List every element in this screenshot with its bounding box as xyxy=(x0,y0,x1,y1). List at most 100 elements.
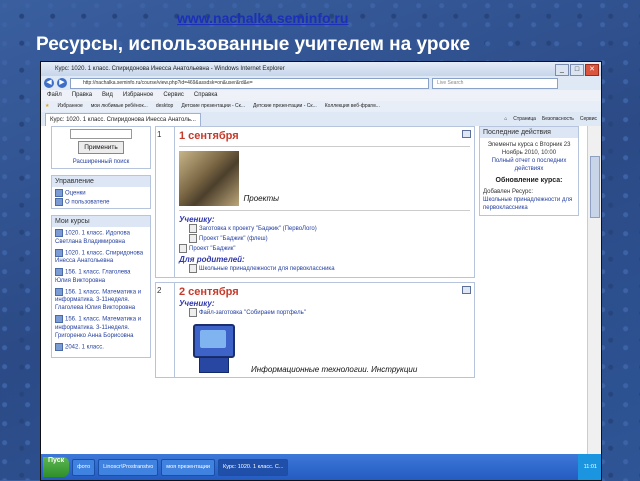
fav-item[interactable]: мои любимые ребёнок... xyxy=(91,101,148,112)
computer-mascot-image xyxy=(185,324,247,374)
recent-report-link[interactable]: Полный отчет о последних действиях xyxy=(483,157,575,173)
course-section: 1 1 сентября Проекты Ученику: Заготовка … xyxy=(155,126,475,279)
address-row: ◀ ▶ http://nachalka.seminfo.ru/course/vi… xyxy=(41,76,601,90)
resource-link[interactable]: Проект "Баджик" (флеш) xyxy=(199,236,268,242)
highlight-icon[interactable] xyxy=(462,286,471,295)
forum-search-input[interactable] xyxy=(70,129,132,139)
menu-view[interactable]: Вид xyxy=(102,90,113,101)
file-icon xyxy=(189,308,197,318)
tool-tools[interactable]: Сервис xyxy=(580,114,597,124)
menu-edit[interactable]: Правка xyxy=(72,90,92,101)
course-section: 2 2 сентября Ученику: Файл-заготовка "Со… xyxy=(155,282,475,379)
moodle-page: Применить Расширенный поиск Управление О… xyxy=(41,126,587,454)
menu-tools[interactable]: Сервис xyxy=(163,90,184,101)
recent-title: Последние действия xyxy=(480,127,578,138)
course-link[interactable]: 156. 1 класс. Математика и информатика. … xyxy=(55,289,141,311)
course-link[interactable]: 2042. 1 класс. xyxy=(65,345,104,351)
section-number: 1 xyxy=(157,130,162,139)
taskbar-item[interactable]: моя презентации xyxy=(161,458,215,476)
slide-title: Ресурсы, использованные учителем на урок… xyxy=(36,34,471,55)
left-column: Применить Расширенный поиск Управление О… xyxy=(51,126,151,364)
fav-item[interactable]: Избранное xyxy=(57,101,82,112)
recent-activity-block: Последние действия Элементы курса с Втор… xyxy=(479,126,579,216)
browser-title-bar: Курс: 1020. 1 класс. Спиридонова Инесса … xyxy=(41,62,601,76)
system-clock: 11:01 xyxy=(577,454,601,480)
fav-item[interactable]: desktop xyxy=(156,101,174,112)
grades-link[interactable]: Оценки xyxy=(65,191,86,197)
fav-item[interactable]: Детские презентации - Ск... xyxy=(181,101,245,112)
menu-file[interactable]: Файл xyxy=(47,90,62,101)
course-link[interactable]: 1020. 1 класс. Идолова Светлана Владимир… xyxy=(55,231,130,245)
vertical-scrollbar[interactable] xyxy=(587,126,601,454)
taskbar-item[interactable]: Курс: 1020. 1 класс. С... xyxy=(217,458,288,476)
update-link[interactable]: Школьные принадлежности для первоклассни… xyxy=(483,196,575,212)
section-footer-text: Информационные технологии. Инструкции xyxy=(251,365,418,375)
section-number: 2 xyxy=(157,286,162,296)
course-icon xyxy=(55,343,63,352)
fav-item[interactable]: Коллекция веб-фрагм... xyxy=(325,101,380,112)
highlight-icon[interactable] xyxy=(462,130,471,138)
star-icon[interactable]: ★ xyxy=(45,101,49,112)
classroom-photo xyxy=(179,151,239,206)
update-title: Обновление курса: xyxy=(495,177,563,184)
menu-bar: Файл Правка Вид Избранное Сервис Справка xyxy=(41,90,601,101)
search-block: Применить Расширенный поиск xyxy=(51,126,151,169)
students-label: Ученику: xyxy=(179,299,215,309)
parents-label: Для родителей: xyxy=(179,255,245,265)
grades-icon xyxy=(55,189,63,197)
home-icon[interactable]: ⌂ xyxy=(504,114,507,124)
windows-taskbar: Пуск фото Linoscr\Prostranstvo моя презе… xyxy=(41,454,601,480)
taskbar-item[interactable]: фото xyxy=(72,458,96,476)
management-title: Управление xyxy=(52,176,150,187)
resource-link[interactable]: Файл-заготовка "Собираем портфель" xyxy=(199,310,306,316)
management-block: Управление Оценки О пользователе xyxy=(51,175,151,210)
course-icon xyxy=(55,315,63,324)
course-icon xyxy=(55,268,63,277)
tool-page[interactable]: Страница xyxy=(513,114,536,124)
students-label: Ученику: xyxy=(179,215,215,224)
section-date: 1 сентября xyxy=(179,130,239,142)
favorites-bar: ★ Избранное мои любимые ребёнок... deskt… xyxy=(41,101,601,112)
recent-text: Элементы курса с Вторник 23 Ноябрь 2010,… xyxy=(487,142,571,156)
course-icon xyxy=(55,287,63,296)
resource-link[interactable]: Заготовка к проекту "Баджик" (ПервоЛого) xyxy=(199,226,317,232)
close-icon[interactable]: ✕ xyxy=(585,64,599,76)
file-icon xyxy=(189,264,197,274)
apply-button[interactable]: Применить xyxy=(78,141,124,154)
menu-favorites[interactable]: Избранное xyxy=(123,90,153,101)
resource-link[interactable]: Проект "Баджик" xyxy=(189,246,235,252)
start-button[interactable]: Пуск xyxy=(43,457,70,477)
window-title: Курс: 1020. 1 класс. Спиридонова Инесса … xyxy=(55,66,285,72)
course-icon xyxy=(55,248,63,257)
advanced-search-link[interactable]: Расширенный поиск xyxy=(52,156,150,168)
course-link[interactable]: 156. 1 класс. Глаголева Юлия Викторовна xyxy=(55,270,131,284)
browser-screenshot: Курс: 1020. 1 класс. Спиридонова Инесса … xyxy=(40,61,602,481)
slide-url[interactable]: www.nachalka.seminfo.ru xyxy=(177,10,348,26)
course-link[interactable]: 156. 1 класс. Математика и информатика. … xyxy=(55,317,141,339)
taskbar-item[interactable]: Linoscr\Prostranstvo xyxy=(98,458,159,476)
profile-link[interactable]: О пользователе xyxy=(65,199,109,205)
user-icon xyxy=(55,197,63,206)
menu-help[interactable]: Справка xyxy=(194,90,218,101)
back-icon[interactable]: ◀ xyxy=(44,78,54,88)
resource-link[interactable]: Школьные принадлежности для первоклассни… xyxy=(199,266,335,272)
course-link[interactable]: 1020. 1 класс. Спиридонова Инесса Анатол… xyxy=(55,250,143,264)
file-icon xyxy=(189,234,197,244)
tool-security[interactable]: Безопасность xyxy=(542,114,574,124)
mycourses-title: Мои курсы xyxy=(52,216,150,228)
course-icon xyxy=(55,229,63,238)
minimize-icon[interactable]: _ xyxy=(555,64,569,76)
search-input[interactable]: Live Search xyxy=(432,77,558,89)
section-date: 2 сентября xyxy=(179,286,239,299)
center-column: 1 1 сентября Проекты Ученику: Заготовка … xyxy=(155,126,475,379)
address-bar[interactable]: http://nachalka.seminfo.ru/course/view.p… xyxy=(70,77,429,89)
forward-icon[interactable]: ▶ xyxy=(57,78,67,88)
maximize-icon[interactable]: □ xyxy=(570,64,584,76)
fav-item[interactable]: Детские презентации - Ск... xyxy=(253,101,317,112)
project-label: Проекты xyxy=(243,194,280,203)
mycourses-block: Мои курсы 1020. 1 класс. Идолова Светлан… xyxy=(51,215,151,358)
tab-course[interactable]: Курс: 1020. 1 класс. Спиридонова Инесса … xyxy=(45,112,201,126)
right-column: Последние действия Элементы курса с Втор… xyxy=(479,126,579,222)
file-icon xyxy=(189,224,197,233)
tab-bar: Курс: 1020. 1 класс. Спиридонова Инесса … xyxy=(41,112,601,127)
